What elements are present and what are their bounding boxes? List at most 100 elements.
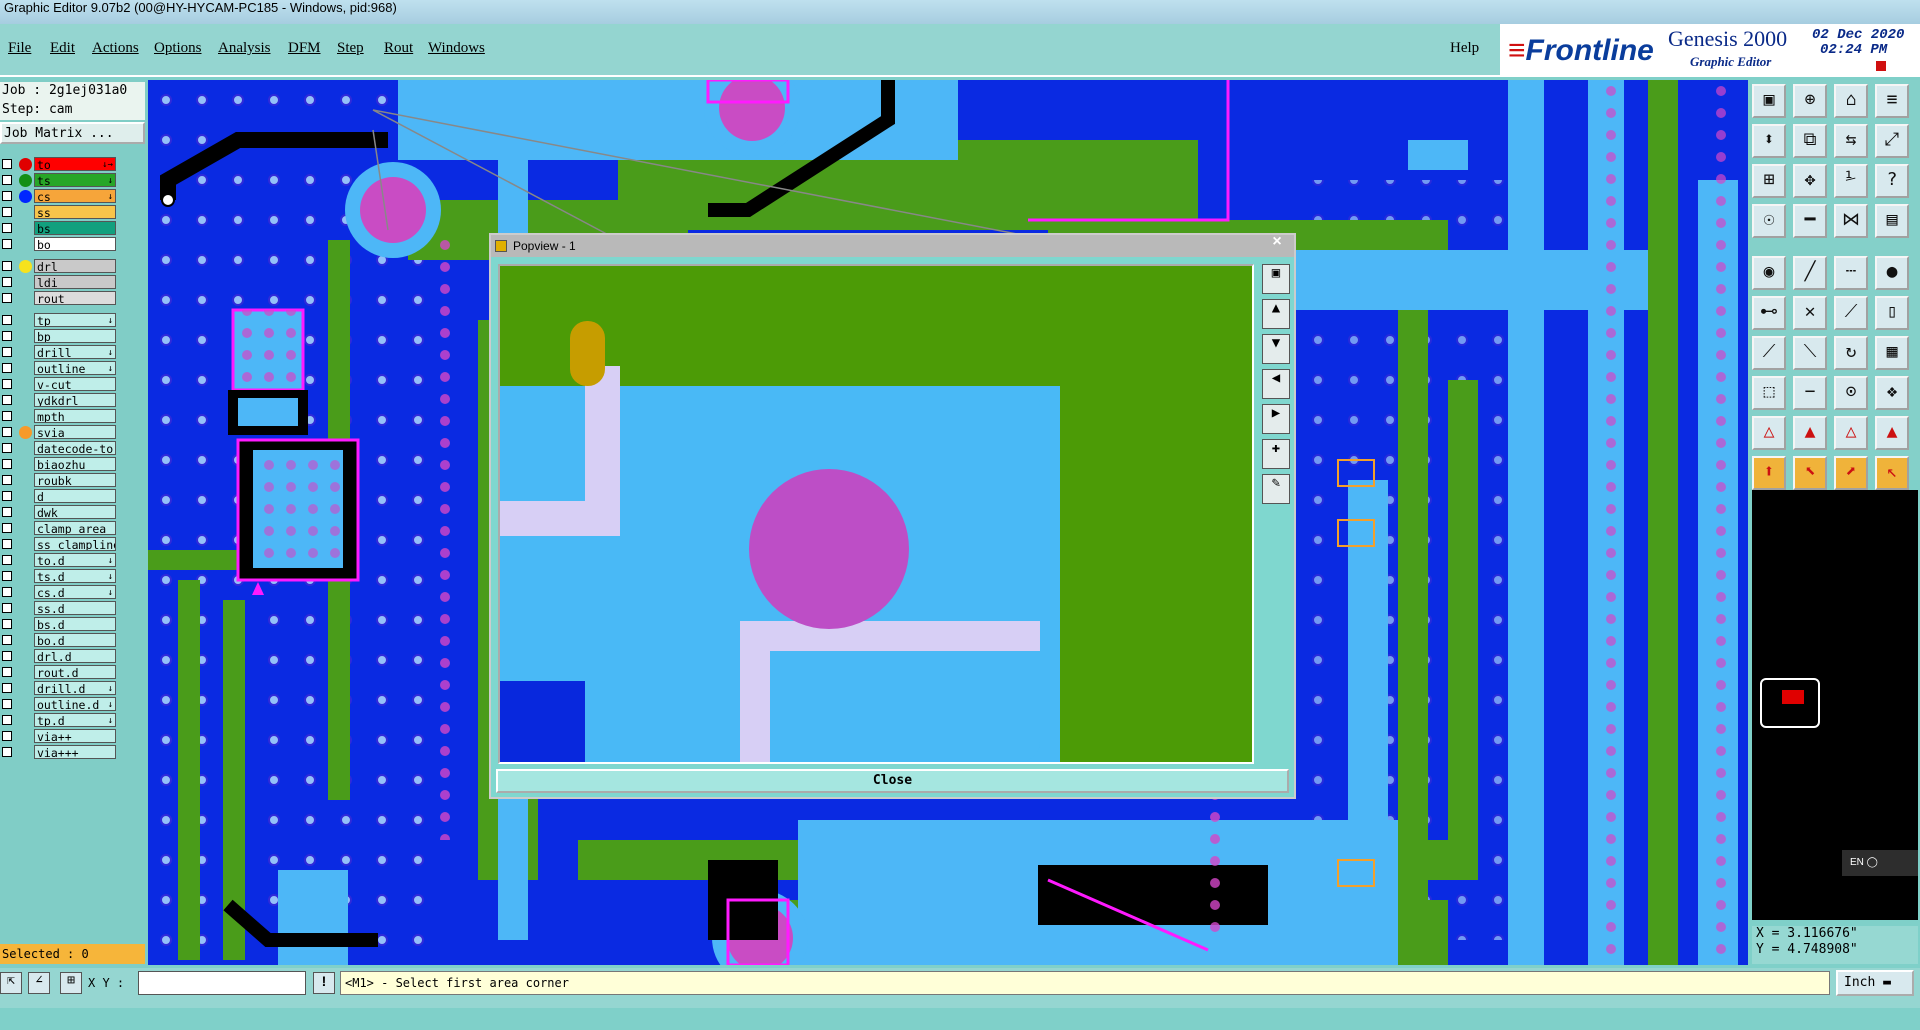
menu-file[interactable]: File bbox=[8, 40, 31, 57]
layer-checkbox[interactable] bbox=[2, 571, 12, 581]
select-area-icon[interactable]: ⬉ bbox=[1793, 456, 1827, 490]
layer-name[interactable]: datecode-to bbox=[34, 441, 116, 455]
menu-windows[interactable]: Windows bbox=[428, 40, 485, 57]
layer-checkbox[interactable] bbox=[2, 239, 12, 249]
pan-right-icon[interactable]: ▶ bbox=[1262, 404, 1290, 434]
layer-checkbox[interactable] bbox=[2, 363, 12, 373]
layer-name[interactable]: bs bbox=[34, 221, 116, 235]
pad-icon[interactable]: ◉ bbox=[1752, 256, 1786, 290]
layer-row[interactable]: bo.d bbox=[2, 632, 117, 648]
layer-name[interactable]: cs.d ↓ bbox=[34, 585, 116, 599]
layer-row[interactable]: rout bbox=[2, 290, 117, 306]
layer-name[interactable]: bp bbox=[34, 329, 116, 343]
menu-edit[interactable]: Edit bbox=[50, 40, 75, 57]
layer-row[interactable]: bs.d bbox=[2, 616, 117, 632]
layer-name[interactable]: rout bbox=[34, 291, 116, 305]
layer-row[interactable]: via+++ bbox=[2, 744, 117, 760]
layers-icon[interactable]: ≡ bbox=[1875, 84, 1909, 118]
save-icon[interactable]: ⊕ bbox=[1793, 84, 1827, 118]
layer-row[interactable]: to.d ↓ bbox=[2, 552, 117, 568]
layer-checkbox[interactable] bbox=[2, 347, 12, 357]
layer-name[interactable]: drill ↓ bbox=[34, 345, 116, 359]
copy-icon[interactable]: ⧉ bbox=[1793, 124, 1827, 158]
fill-icon[interactable]: ▦ bbox=[1875, 336, 1909, 370]
zoom-fit-icon[interactable]: ▣ bbox=[1262, 264, 1290, 294]
connect-icon[interactable]: ⟋ bbox=[1834, 296, 1868, 330]
arc-icon[interactable]: ↻ bbox=[1834, 336, 1868, 370]
layer-row[interactable]: clamp_area bbox=[2, 520, 117, 536]
layer-name[interactable]: outline ↓ bbox=[34, 361, 116, 375]
scale-icon[interactable]: ⤢ bbox=[1875, 124, 1909, 158]
zoom-out-icon[interactable]: ✎ bbox=[1262, 474, 1290, 504]
layer-checkbox[interactable] bbox=[2, 315, 12, 325]
layer-checkbox[interactable] bbox=[2, 293, 12, 303]
zoom-in-icon[interactable]: ✚ bbox=[1262, 439, 1290, 469]
cross-icon[interactable]: ✕ bbox=[1793, 296, 1827, 330]
layer-checkbox[interactable] bbox=[2, 411, 12, 421]
layer-checkbox[interactable] bbox=[2, 491, 12, 501]
triangle-c-icon[interactable]: △ bbox=[1834, 416, 1868, 450]
pan-left-icon[interactable]: ◀ bbox=[1262, 369, 1290, 399]
layer-checkbox[interactable] bbox=[2, 587, 12, 597]
ratio-icon[interactable]: ⅟ bbox=[1834, 164, 1868, 198]
circle-icon[interactable]: ● bbox=[1875, 256, 1909, 290]
layer-name[interactable]: ts.d ↓ bbox=[34, 569, 116, 583]
diagonal-icon[interactable]: ⟍ bbox=[1793, 336, 1827, 370]
layer-name[interactable]: ss.d bbox=[34, 601, 116, 615]
layer-checkbox[interactable] bbox=[2, 619, 12, 629]
menu-options[interactable]: Options bbox=[154, 40, 202, 57]
menu-analysis[interactable]: Analysis bbox=[218, 40, 271, 57]
layer-checkbox[interactable] bbox=[2, 667, 12, 677]
layer-row[interactable]: bp bbox=[2, 328, 117, 344]
layer-name[interactable]: bo bbox=[34, 237, 116, 251]
layer-row[interactable]: bo bbox=[2, 236, 117, 252]
layer-checkbox[interactable] bbox=[2, 715, 12, 725]
layer-checkbox[interactable] bbox=[2, 699, 12, 709]
layer-name[interactable]: d bbox=[34, 489, 116, 503]
menu-step[interactable]: Step bbox=[337, 40, 364, 57]
cursor-icon[interactable]: ☉ bbox=[1752, 204, 1786, 238]
minus-icon[interactable]: − bbox=[1793, 376, 1827, 410]
mirror-icon[interactable]: ⇆ bbox=[1834, 124, 1868, 158]
layer-checkbox[interactable] bbox=[2, 731, 12, 741]
layer-name[interactable]: drl bbox=[34, 259, 116, 273]
menu-rout[interactable]: Rout bbox=[384, 40, 413, 57]
layer-row[interactable]: ldi bbox=[2, 274, 117, 290]
triangle-a-icon[interactable]: △ bbox=[1752, 416, 1786, 450]
layer-checkbox[interactable] bbox=[2, 223, 12, 233]
drc-icon[interactable]: ▤ bbox=[1875, 204, 1909, 238]
layer-row[interactable]: bs bbox=[2, 220, 117, 236]
layer-row[interactable]: tp.d ↓ bbox=[2, 712, 117, 728]
layer-row[interactable]: drill.d ↓ bbox=[2, 680, 117, 696]
layer-name[interactable]: rout.d bbox=[34, 665, 116, 679]
merge-icon[interactable]: ❖ bbox=[1875, 376, 1909, 410]
layer-row[interactable]: drl.d bbox=[2, 648, 117, 664]
layer-name[interactable]: clamp_area bbox=[34, 521, 116, 535]
fit-icon[interactable]: ⊞ bbox=[1752, 164, 1786, 198]
layer-row[interactable]: d bbox=[2, 488, 117, 504]
target-icon[interactable]: ⊙ bbox=[1834, 376, 1868, 410]
layer-name[interactable]: mpth bbox=[34, 409, 116, 423]
layer-row[interactable]: rout.d bbox=[2, 664, 117, 680]
layer-row[interactable]: ts.d ↓ bbox=[2, 568, 117, 584]
layer-checkbox[interactable] bbox=[2, 539, 12, 549]
layer-checkbox[interactable] bbox=[2, 175, 12, 185]
layer-checkbox[interactable] bbox=[2, 555, 12, 565]
layer-name[interactable]: via++ bbox=[34, 729, 116, 743]
layer-name[interactable]: to ↓→ bbox=[34, 157, 116, 171]
layer-row[interactable]: ss.d bbox=[2, 600, 117, 616]
layer-checkbox[interactable] bbox=[2, 261, 12, 271]
move-icon[interactable]: ⬍ bbox=[1752, 124, 1786, 158]
layer-name[interactable]: drill.d ↓ bbox=[34, 681, 116, 695]
snap-icon[interactable]: ⇱ bbox=[0, 972, 22, 994]
layer-row[interactable]: ydkdrl bbox=[2, 392, 117, 408]
layer-checkbox[interactable] bbox=[2, 277, 12, 287]
layer-checkbox[interactable] bbox=[2, 207, 12, 217]
ime-indicator[interactable]: EN ◯ bbox=[1842, 850, 1918, 876]
surface-icon[interactable]: ⬚ bbox=[1752, 376, 1786, 410]
layer-row[interactable]: biaozhu bbox=[2, 456, 117, 472]
layer-row[interactable]: mpth bbox=[2, 408, 117, 424]
menu-actions[interactable]: Actions bbox=[92, 40, 139, 57]
layer-row[interactable]: ts ↓ bbox=[2, 172, 117, 188]
layer-row[interactable]: tp ↓ bbox=[2, 312, 117, 328]
